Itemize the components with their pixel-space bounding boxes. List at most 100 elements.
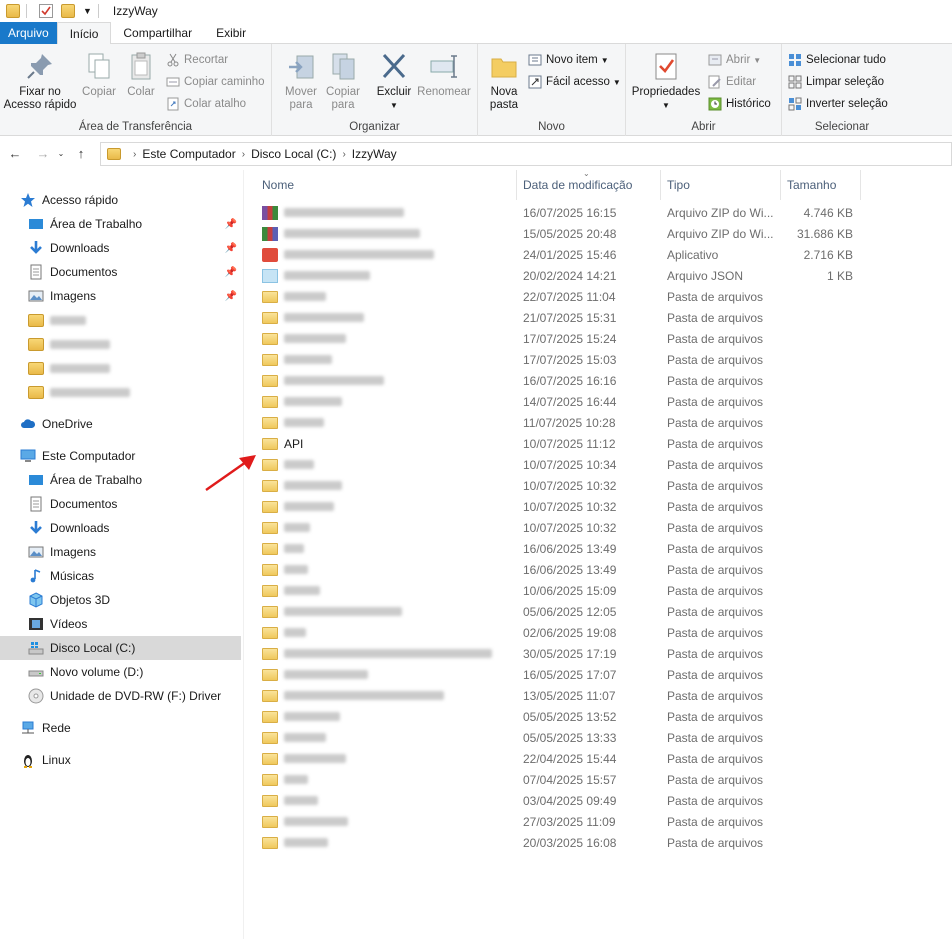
file-row[interactable]: 17/07/2025 15:24 Pasta de arquivos	[244, 328, 952, 349]
new-folder-icon[interactable]	[61, 4, 75, 18]
file-row[interactable]: 05/05/2025 13:52 Pasta de arquivos	[244, 706, 952, 727]
file-row[interactable]: 17/07/2025 15:03 Pasta de arquivos	[244, 349, 952, 370]
sidebar-item-quick-access[interactable]: Acesso rápido	[0, 188, 241, 212]
sidebar-item-pictures-quick[interactable]: Imagens 📌	[0, 284, 241, 308]
sidebar-item-3d-objects[interactable]: Objetos 3D	[0, 588, 241, 612]
file-row[interactable]: API 10/07/2025 11:12 Pasta de arquivos	[244, 433, 952, 454]
sidebar-item-label: Objetos 3D	[50, 593, 111, 607]
sidebar-item-redacted-folder[interactable]	[0, 356, 241, 380]
sidebar-item-linux[interactable]: Linux	[0, 748, 241, 772]
invert-selection-button[interactable]: Inverter seleção	[788, 94, 888, 114]
file-row[interactable]: 10/07/2025 10:32 Pasta de arquivos	[244, 475, 952, 496]
file-row[interactable]: 22/07/2025 11:04 Pasta de arquivos	[244, 286, 952, 307]
file-row[interactable]: 20/03/2025 16:08 Pasta de arquivos	[244, 832, 952, 853]
sidebar-item-local-disk-c[interactable]: Disco Local (C:)	[0, 636, 241, 660]
select-none-button[interactable]: Limpar seleção	[788, 72, 884, 92]
paste-button[interactable]: Colar	[122, 50, 160, 99]
sidebar-item-downloads-quick[interactable]: Downloads 📌	[0, 236, 241, 260]
pin-icon[interactable]: 📌	[225, 243, 237, 254]
file-row[interactable]: 11/07/2025 10:28 Pasta de arquivos	[244, 412, 952, 433]
copy-path-button[interactable]: Copiar caminho	[166, 72, 265, 92]
file-row[interactable]: 16/06/2025 13:49 Pasta de arquivos	[244, 559, 952, 580]
sidebar-item-music[interactable]: Músicas	[0, 564, 241, 588]
history-button[interactable]: Histórico	[708, 94, 771, 114]
breadcrumb-izzyway[interactable]: IzzyWay	[352, 147, 397, 161]
back-arrow-icon[interactable]: ←	[4, 143, 26, 165]
file-row[interactable]: 15/05/2025 20:48 Arquivo ZIP do Wi... 31.6…	[244, 223, 952, 244]
breadcrumb-chevron-icon[interactable]: ›	[133, 149, 136, 160]
new-folder-button[interactable]: Nova pasta	[482, 50, 526, 112]
recent-locations-chevron-icon[interactable]: ⌄	[54, 143, 68, 165]
move-to-button[interactable]: Mover para	[280, 50, 322, 112]
quick-access-dropdown-icon[interactable]: ▼	[83, 6, 92, 16]
file-row[interactable]: 16/05/2025 17:07 Pasta de arquivos	[244, 664, 952, 685]
cut-button[interactable]: Recortar	[166, 50, 228, 70]
copy-button[interactable]: Copiar	[80, 50, 118, 99]
file-row[interactable]: 05/06/2025 12:05 Pasta de arquivos	[244, 601, 952, 622]
file-row[interactable]: 16/06/2025 13:49 Pasta de arquivos	[244, 538, 952, 559]
pin-quick-access-button[interactable]: Fixar no Acesso rápido	[2, 50, 78, 112]
file-row[interactable]: 10/07/2025 10:32 Pasta de arquivos	[244, 496, 952, 517]
sidebar-item-videos[interactable]: Vídeos	[0, 612, 241, 636]
column-header-size[interactable]: Tamanho	[781, 170, 861, 200]
file-row[interactable]: 10/06/2025 15:09 Pasta de arquivos	[244, 580, 952, 601]
up-arrow-icon[interactable]: ↑	[70, 143, 92, 165]
sidebar-item-pictures[interactable]: Imagens	[0, 540, 241, 564]
properties-button[interactable]: Propriedades ▼	[630, 50, 702, 112]
tab-share[interactable]: Compartilhar	[111, 22, 204, 44]
file-row[interactable]: 21/07/2025 15:31 Pasta de arquivos	[244, 307, 952, 328]
rename-button[interactable]: Renomear	[416, 50, 472, 99]
delete-dropdown-icon[interactable]: ▼	[370, 99, 418, 112]
file-row[interactable]: 16/07/2025 16:16 Pasta de arquivos	[244, 370, 952, 391]
edit-button[interactable]: Editar	[708, 72, 756, 92]
breadcrumb-chevron-icon[interactable]: ›	[342, 149, 345, 160]
file-row[interactable]: 20/02/2024 14:21 Arquivo JSON 1 KB	[244, 265, 952, 286]
pin-icon[interactable]: 📌	[225, 267, 237, 278]
file-row[interactable]: 02/06/2025 19:08 Pasta de arquivos	[244, 622, 952, 643]
file-row[interactable]: 03/04/2025 09:49 Pasta de arquivos	[244, 790, 952, 811]
paste-shortcut-button[interactable]: Colar atalho	[166, 94, 246, 114]
file-row[interactable]: 13/05/2025 11:07 Pasta de arquivos	[244, 685, 952, 706]
sidebar-item-new-volume-d[interactable]: Novo volume (D:)	[0, 660, 241, 684]
sidebar-item-network[interactable]: Rede	[0, 716, 241, 740]
column-header-date[interactable]: Data de modificação	[517, 170, 661, 200]
file-row[interactable]: 22/04/2025 15:44 Pasta de arquivos	[244, 748, 952, 769]
tab-file[interactable]: Arquivo	[0, 22, 57, 44]
sidebar-item-downloads[interactable]: Downloads	[0, 516, 241, 540]
file-row[interactable]: 05/05/2025 13:33 Pasta de arquivos	[244, 727, 952, 748]
column-header-name[interactable]: Nome	[256, 170, 517, 200]
tab-view[interactable]: Exibir	[204, 22, 258, 44]
delete-button[interactable]: Excluir ▼	[370, 50, 418, 112]
tab-home[interactable]: Início	[56, 22, 112, 45]
breadcrumb-chevron-icon[interactable]: ›	[242, 149, 245, 160]
properties-dropdown-icon[interactable]: ▼	[630, 99, 702, 112]
sidebar-item-redacted-folder[interactable]	[0, 332, 241, 356]
sidebar-item-onedrive[interactable]: OneDrive	[0, 412, 241, 436]
column-header-type[interactable]: Tipo	[661, 170, 781, 200]
file-row[interactable]: 07/04/2025 15:57 Pasta de arquivos	[244, 769, 952, 790]
breadcrumb-local-disk[interactable]: Disco Local (C:)	[251, 147, 336, 161]
file-row[interactable]: 10/07/2025 10:32 Pasta de arquivos	[244, 517, 952, 538]
file-row[interactable]: 16/07/2025 16:15 Arquivo ZIP do Wi... 4.74…	[244, 202, 952, 223]
sidebar-item-documents-quick[interactable]: Documentos 📌	[0, 260, 241, 284]
sidebar-item-dvd-drive-f[interactable]: Unidade de DVD-RW (F:) Driver	[0, 684, 241, 708]
copy-to-button[interactable]: Copiar para	[322, 50, 364, 112]
file-row[interactable]: 14/07/2025 16:44 Pasta de arquivos	[244, 391, 952, 412]
file-row[interactable]: 30/05/2025 17:19 Pasta de arquivos	[244, 643, 952, 664]
file-row[interactable]: 10/07/2025 10:34 Pasta de arquivos	[244, 454, 952, 475]
pin-icon[interactable]: 📌	[225, 219, 237, 230]
properties-check-icon[interactable]	[39, 4, 53, 18]
file-row[interactable]: 24/01/2025 15:46 Aplicativo 2.716 KB	[244, 244, 952, 265]
sidebar-item-desktop-quick[interactable]: Área de Trabalho 📌	[0, 212, 241, 236]
pin-icon[interactable]: 📌	[225, 291, 237, 302]
address-bar[interactable]: › Este Computador › Disco Local (C:) › I…	[100, 142, 952, 166]
sidebar-item-redacted-folder[interactable]	[0, 308, 241, 332]
select-all-button[interactable]: Selecionar tudo	[788, 50, 886, 70]
breadcrumb-this-pc[interactable]: Este Computador	[142, 147, 235, 161]
new-item-button[interactable]: Novo item ▼	[528, 50, 609, 70]
open-button[interactable]: Abrir ▼	[708, 50, 761, 70]
sidebar-item-redacted-folder[interactable]	[0, 380, 241, 404]
easy-access-button[interactable]: Fácil acesso ▼	[528, 72, 621, 92]
forward-arrow-icon[interactable]: →	[32, 143, 54, 165]
file-row[interactable]: 27/03/2025 11:09 Pasta de arquivos	[244, 811, 952, 832]
